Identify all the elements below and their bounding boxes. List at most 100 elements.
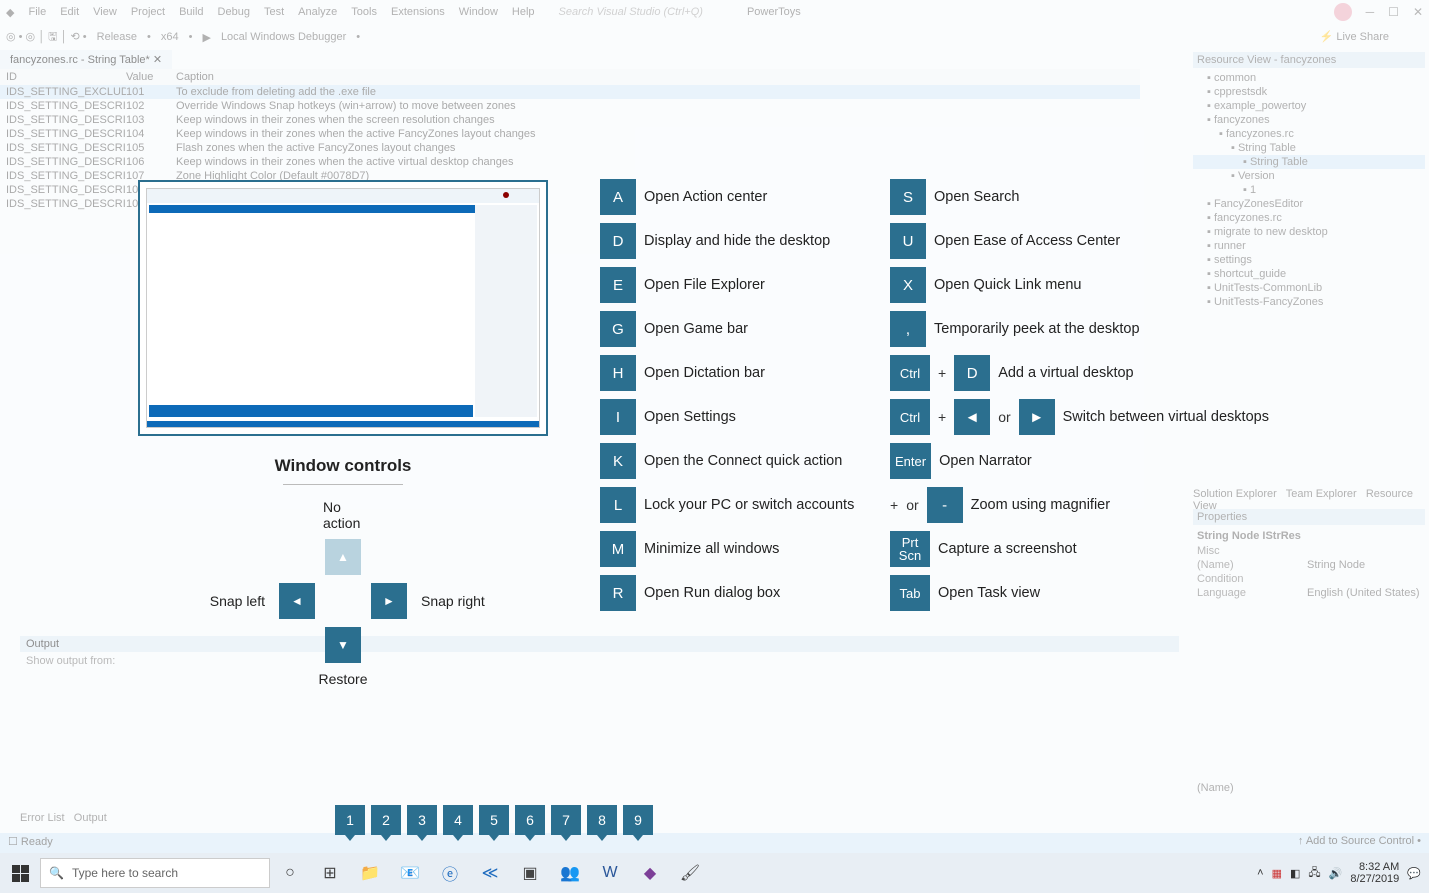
shortcut-column-left: A Open Action center D Display and hide the… <box>600 179 854 611</box>
shortcut-description: Capture a screenshot <box>938 541 1077 557</box>
shortcut-row: U Open Ease of Access Center <box>890 223 1269 259</box>
vscode-icon[interactable]: ≪ <box>470 853 510 893</box>
shortcut-row: Prt Scn Capture a screenshot <box>890 531 1269 567</box>
outlook-icon[interactable]: 📧 <box>390 853 430 893</box>
arrow-left-key[interactable]: ◄ <box>279 583 315 619</box>
window-controls-title: Window controls <box>138 456 548 476</box>
shortcut-row: EOpen File Explorer <box>600 267 854 303</box>
shortcut-description: Open Narrator <box>939 453 1032 469</box>
shortcut-description: Lock your PC or switch accounts <box>644 497 854 513</box>
taskbar-clock[interactable]: 8:32 AM 8/27/2019 <box>1350 861 1399 885</box>
arrow-up-key[interactable]: ▲ <box>325 539 361 575</box>
shortcut-row: R Open Run dialog box <box>600 575 854 611</box>
key-d[interactable]: D <box>954 355 990 391</box>
window-controls-grid: No action ▲ Snap left ◄ ► Snap right ▼ R… <box>138 499 548 687</box>
shortcut-column-right: SOpen SearchUOpen Ease of Access CenterX… <box>890 179 1269 611</box>
key-►[interactable]: ► <box>1019 399 1055 435</box>
system-tray[interactable]: ˄ ▦ ◧ 🖧 🔊 8:32 AM 8/27/2019 💬 <box>1257 861 1429 885</box>
shortcut-row: Enter Open Narrator <box>890 443 1269 479</box>
shortcut-description: Open Run dialog box <box>644 585 780 601</box>
key-tab[interactable]: Tab <box>890 575 930 611</box>
key-ctrl[interactable]: Ctrl <box>890 355 930 391</box>
shortcut-row: H Open Dictation bar <box>600 355 854 391</box>
shortcut-description: Zoom using magnifier <box>971 497 1110 513</box>
shortcut-row: D Display and hide the desktop <box>600 223 854 259</box>
teams-icon[interactable]: 👥 <box>550 853 590 893</box>
key-x[interactable]: X <box>890 267 926 303</box>
shortcut-row: L Lock your PC or switch accounts <box>600 487 854 523</box>
snap-left-label: Snap left <box>210 593 271 609</box>
tray-volume-icon[interactable]: 🔊 <box>1329 867 1343 880</box>
paint-icon[interactable]: 🖌 <box>670 853 710 893</box>
key-k[interactable]: K <box>600 443 636 479</box>
arrow-down-key[interactable]: ▼ <box>325 627 361 663</box>
number-key-8[interactable]: 8 <box>587 805 617 835</box>
task-view-icon[interactable]: ⊞ <box>310 853 350 893</box>
key-,[interactable]: , <box>890 311 926 347</box>
shortcut-row: + or-Zoom using magnifier <box>890 487 1269 523</box>
number-key-1[interactable]: 1 <box>335 805 365 835</box>
key-u[interactable]: U <box>890 223 926 259</box>
shortcut-description: Open Game bar <box>644 321 748 337</box>
number-key-9[interactable]: 9 <box>623 805 653 835</box>
key-prtscn[interactable]: Prt Scn <box>890 531 930 567</box>
key-◄[interactable]: ◄ <box>954 399 990 435</box>
file-explorer-icon[interactable]: 📁 <box>350 853 390 893</box>
shortcut-row: I Open Settings <box>600 399 854 435</box>
edge-icon[interactable]: ⓔ <box>430 853 470 893</box>
shortcut-description: Open Task view <box>938 585 1040 601</box>
taskbar-search[interactable]: 🔍 Type here to search <box>40 858 270 888</box>
shortcut-description: Display and hide the desktop <box>644 233 830 249</box>
start-button[interactable] <box>0 853 40 893</box>
or-label: or <box>906 497 918 513</box>
shortcut-description: Open Action center <box>644 189 767 205</box>
tray-network-icon[interactable]: 🖧 <box>1308 864 1320 883</box>
cortana-icon[interactable]: ○ <box>270 853 310 893</box>
key-s[interactable]: S <box>890 179 926 215</box>
search-placeholder: Type here to search <box>72 866 178 880</box>
plus-label: + <box>890 497 898 513</box>
key-h[interactable]: H <box>600 355 636 391</box>
tray-app-icon[interactable]: ▦ <box>1272 867 1282 880</box>
number-key-6[interactable]: 6 <box>515 805 545 835</box>
windows-logo-icon <box>12 865 29 882</box>
key-d[interactable]: D <box>600 223 636 259</box>
tray-status-icon[interactable]: ◧ <box>1290 867 1300 880</box>
key-l[interactable]: L <box>600 487 636 523</box>
arrow-right-key[interactable]: ► <box>371 583 407 619</box>
restore-label: Restore <box>318 671 367 687</box>
number-key-4[interactable]: 4 <box>443 805 473 835</box>
shortcut-description: Open Ease of Access Center <box>934 233 1120 249</box>
or-label: or <box>998 409 1010 425</box>
key-e[interactable]: E <box>600 267 636 303</box>
word-icon[interactable]: W <box>590 853 630 893</box>
key-enter[interactable]: Enter <box>890 443 931 479</box>
shortcut-guide-overlay: Window controls No action ▲ Snap left ◄ … <box>0 0 1429 893</box>
number-key-5[interactable]: 5 <box>479 805 509 835</box>
terminal-icon[interactable]: ▣ <box>510 853 550 893</box>
shortcut-row: Tab Open Task view <box>890 575 1269 611</box>
number-key-3[interactable]: 3 <box>407 805 437 835</box>
key-ctrl[interactable]: Ctrl <box>890 399 930 435</box>
window-thumbnail[interactable] <box>138 180 548 436</box>
visual-studio-icon[interactable]: ◆ <box>630 853 670 893</box>
tray-chevron-icon[interactable]: ˄ <box>1257 867 1263 879</box>
key-i[interactable]: I <box>600 399 636 435</box>
windows-taskbar[interactable]: 🔍 Type here to search ○ ⊞ 📁 📧 ⓔ ≪ ▣ 👥 W … <box>0 853 1429 893</box>
shortcut-row: KOpen the Connect quick action <box>600 443 854 479</box>
shortcut-description: Minimize all windows <box>644 541 779 557</box>
key-g[interactable]: G <box>600 311 636 347</box>
key-a[interactable]: A <box>600 179 636 215</box>
shortcut-description: Open Dictation bar <box>644 365 765 381</box>
shortcut-description: Add a virtual desktop <box>998 365 1133 381</box>
number-key-7[interactable]: 7 <box>551 805 581 835</box>
key--[interactable]: - <box>927 487 963 523</box>
key-r[interactable]: R <box>600 575 636 611</box>
window-thumbnail-panel: Window controls No action ▲ Snap left ◄ … <box>138 180 548 687</box>
shortcut-description: Open Settings <box>644 409 736 425</box>
key-m[interactable]: M <box>600 531 636 567</box>
search-icon: 🔍 <box>49 866 64 880</box>
shortcut-row: A Open Action center <box>600 179 854 215</box>
number-key-2[interactable]: 2 <box>371 805 401 835</box>
notifications-icon[interactable]: 💬 <box>1407 867 1421 880</box>
